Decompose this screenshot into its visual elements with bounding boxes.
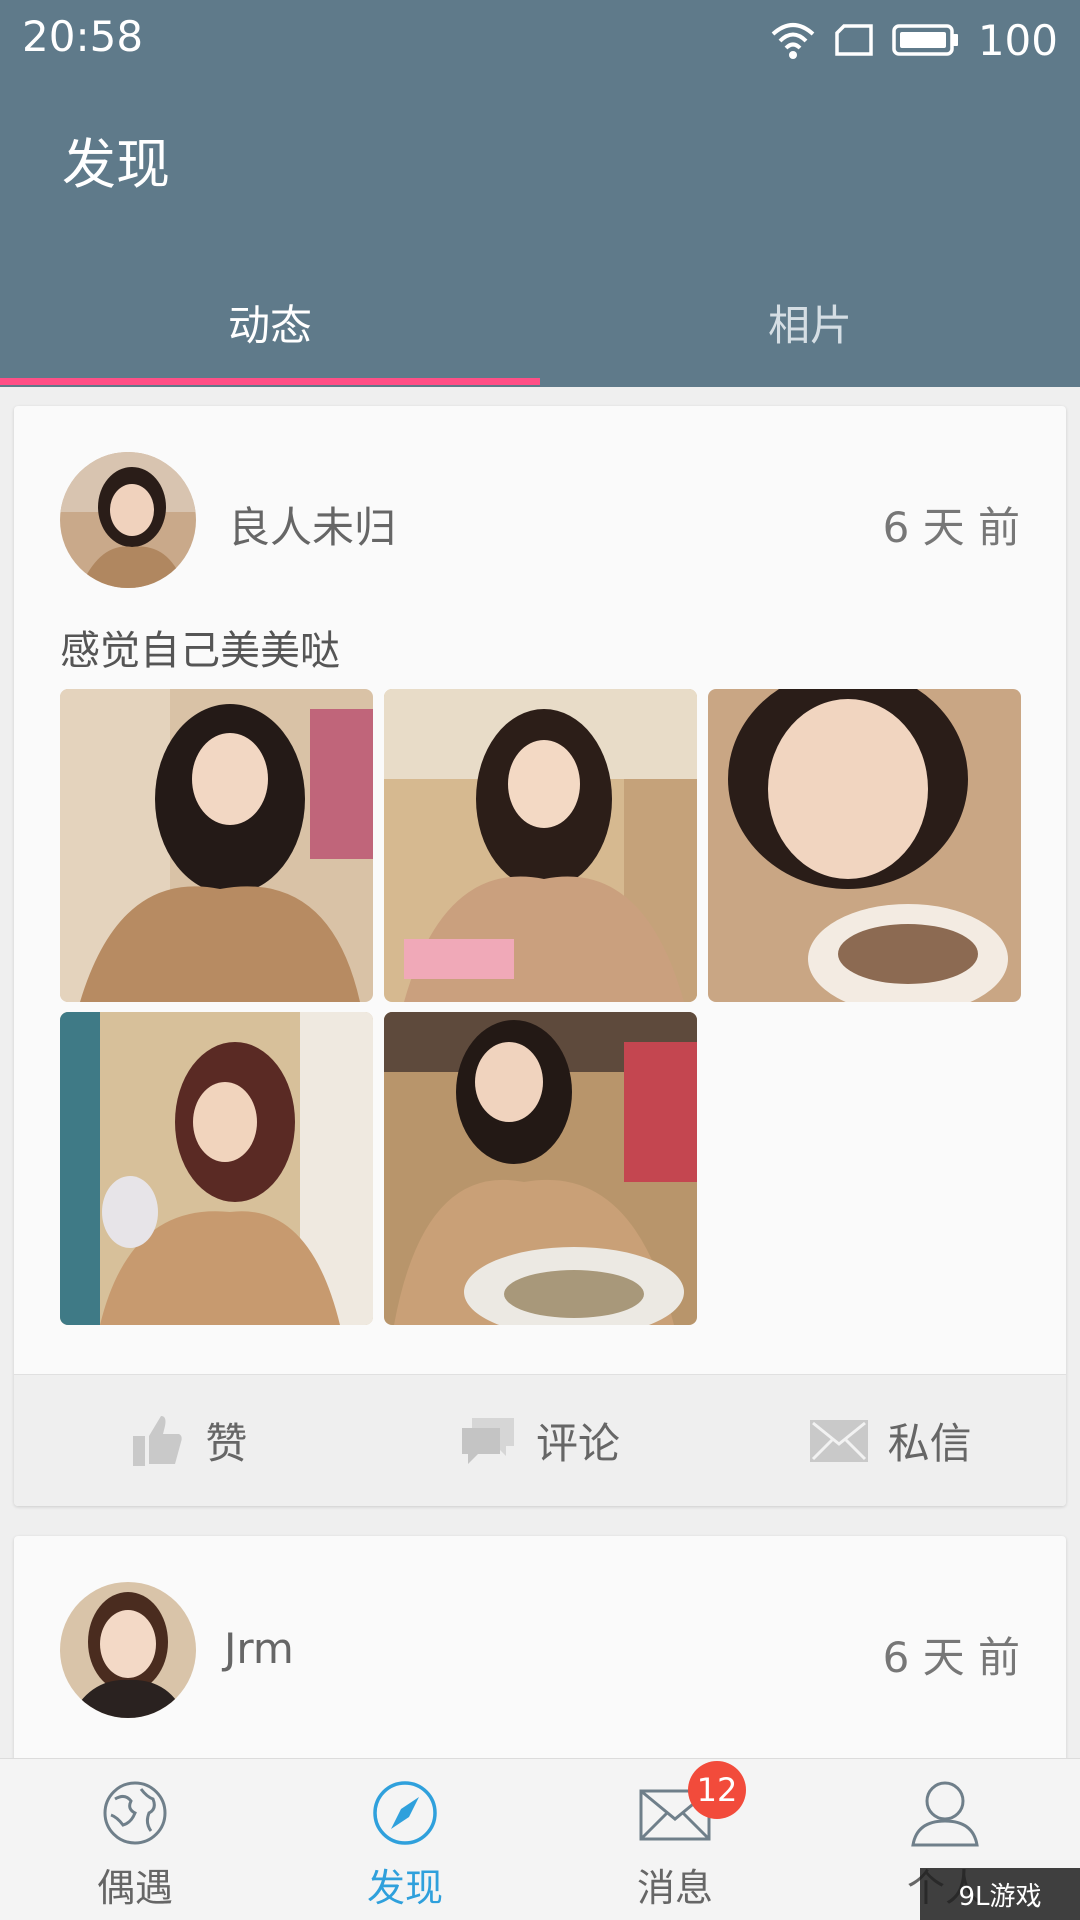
tab-bar: 动态 相片 <box>0 268 1080 387</box>
page-title: 发现 <box>62 133 170 196</box>
post-photo[interactable] <box>708 689 1021 1002</box>
post-actions: 赞 评论 私信 <box>14 1374 1066 1506</box>
compass-icon <box>373 1781 437 1845</box>
wifi-icon <box>771 23 815 59</box>
bottom-navigation: 偶遇 发现 消息 12 个人 9L游戏 <box>0 1758 1080 1920</box>
message-button[interactable]: 私信 <box>715 1375 1066 1506</box>
nav-label: 偶遇 <box>96 1866 173 1910</box>
nav-messages[interactable]: 消息 12 <box>540 1759 810 1920</box>
message-label: 私信 <box>887 1419 972 1468</box>
battery-icon <box>892 24 958 56</box>
nav-label: 发现 <box>366 1866 443 1910</box>
post-time: 6 天 前 <box>882 1633 1020 1682</box>
nav-encounter[interactable]: 偶遇 <box>0 1759 270 1920</box>
avatar[interactable] <box>60 1582 196 1718</box>
avatar[interactable] <box>60 452 196 588</box>
post-text: 感觉自己美美哒 <box>60 628 340 674</box>
person-icon <box>911 1781 979 1847</box>
status-time: 20:58 <box>22 12 144 61</box>
nav-label: 消息 <box>636 1866 713 1910</box>
app-header: 20:58 100 发现 动态 相片 <box>0 0 1080 387</box>
like-label: 赞 <box>205 1419 248 1468</box>
status-icons: 100 <box>770 12 1058 68</box>
battery-level: 100 <box>977 15 1058 65</box>
post-photo[interactable] <box>60 689 373 1002</box>
tab-label: 相片 <box>767 301 852 350</box>
post-card: 良人未归 6 天 前 感觉自己美美哒 赞 评论 私信 <box>14 406 1066 1506</box>
sim-card-icon <box>835 24 873 56</box>
comment-icon <box>462 1417 514 1464</box>
nav-discover[interactable]: 发现 <box>270 1759 540 1920</box>
unread-badge: 12 <box>688 1761 746 1819</box>
username[interactable]: 良人未归 <box>228 494 396 555</box>
post-time: 6 天 前 <box>882 503 1020 552</box>
globe-icon <box>103 1781 167 1845</box>
comment-label: 评论 <box>536 1419 621 1468</box>
status-bar: 20:58 100 <box>0 0 1080 80</box>
thumbs-up-icon <box>133 1415 182 1466</box>
tab-label: 动态 <box>227 301 312 350</box>
tab-moments[interactable]: 动态 <box>0 268 540 387</box>
like-button[interactable]: 赞 <box>14 1375 365 1506</box>
post-photo[interactable] <box>60 1012 373 1325</box>
mail-icon <box>809 1419 868 1462</box>
tab-photos[interactable]: 相片 <box>540 268 1080 387</box>
post-photo[interactable] <box>384 1012 697 1325</box>
watermark-logo: 9L游戏 <box>920 1868 1080 1920</box>
comment-button[interactable]: 评论 <box>365 1375 716 1506</box>
username[interactable]: Jrm <box>224 1624 294 1673</box>
post-photo[interactable] <box>384 689 697 1002</box>
tab-indicator <box>0 378 540 385</box>
